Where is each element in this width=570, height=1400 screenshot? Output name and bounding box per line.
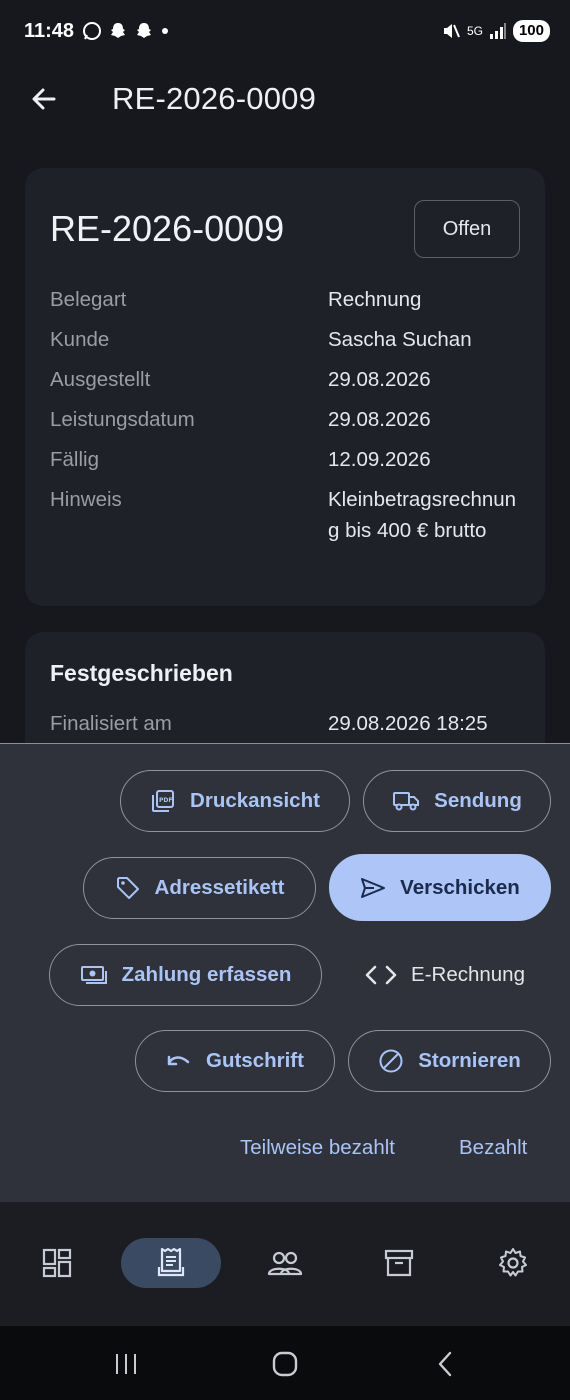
record-payment-button[interactable]: Zahlung erfassen [49,944,322,1006]
tag-icon [116,877,139,899]
undo-icon [167,1055,190,1066]
block-icon [379,1049,403,1073]
credit-note-label: Gutschrift [206,1049,304,1072]
detail-value: Sascha Suchan [328,328,472,351]
detail-value: Kleinbetragsrechnung bis 400 € brutto [328,488,517,542]
cancel-invoice-button[interactable]: Stornieren [348,1030,551,1092]
detail-row: Kunde Sascha Suchan [50,324,530,355]
address-label-button[interactable]: Adressetikett [83,857,316,919]
dashboard-icon [42,1248,72,1278]
detail-row: Finalisiert am 29.08.2026 18:25 [50,712,530,736]
nav-settings[interactable] [463,1238,563,1288]
home-button[interactable] [265,1344,305,1384]
nav-invoices[interactable] [121,1238,221,1288]
shipment-button[interactable]: Sendung [363,770,551,832]
cancel-invoice-label: Stornieren [418,1049,521,1072]
shipment-label: Sendung [434,789,522,812]
settings-icon [499,1248,527,1277]
archive-icon [384,1249,414,1277]
nav-dashboard[interactable] [7,1238,107,1288]
status-chip[interactable]: Offen [414,200,520,258]
detail-label: Fällig [50,448,99,471]
send-label: Verschicken [400,875,520,899]
recent-apps-button[interactable] [106,1344,146,1384]
nav-archive[interactable] [349,1238,449,1288]
detail-value: 29.08.2026 18:25 [328,712,488,735]
dot-icon [162,28,169,34]
snapchat-icon [111,23,126,38]
action-sheet: PDF Druckansicht Sendung Adressetikett V… [0,743,570,1202]
details-list: Belegart Rechnung Kunde Sascha Suchan Au… [50,284,530,555]
document-number: RE-2026-0009 [50,208,285,249]
detail-label: Kunde [50,328,110,351]
status-time: 11:48 [24,19,75,42]
detail-row: Ausgestellt 29.08.2026 [50,364,530,395]
pdf-icon: PDF [152,790,175,812]
detail-label: Hinweis [50,488,122,511]
partially-paid-button[interactable]: Teilweise bezahlt [240,1136,395,1160]
code-icon [365,965,397,985]
chevron-left-icon [438,1351,452,1377]
svg-text:PDF: PDF [159,797,172,804]
snapchat-icon [137,23,152,38]
mute-icon [443,24,460,38]
finalized-title: Festgeschrieben [50,660,233,686]
document-details-card: RE-2026-0009 Offen Belegart Rechnung Kun… [25,168,545,606]
notification-icons [82,21,170,41]
e-invoice-button[interactable]: E-Rechnung [345,944,545,1006]
battery-level: 100 [512,20,550,42]
network-type: 5G [466,24,483,38]
address-label-label: Adressetikett [154,876,285,899]
detail-label: Belegart [50,288,127,311]
detail-label: Ausgestellt [50,368,151,391]
detail-value: Rechnung [328,288,422,311]
paid-button[interactable]: Bezahlt [459,1136,527,1160]
home-icon [272,1351,298,1377]
record-payment-label: Zahlung erfassen [121,963,292,986]
whatsapp-icon [83,22,102,40]
send-button[interactable]: Verschicken [329,854,551,921]
back-button[interactable] [22,77,66,121]
page-title: RE-2026-0009 [112,81,317,116]
truck-icon [393,792,420,811]
app-bar: RE-2026-0009 [0,62,570,136]
send-icon [361,877,386,898]
detail-value: 29.08.2026 [328,408,431,431]
system-navigation [0,1326,570,1400]
detail-row: Fällig 12.09.2026 [50,444,530,475]
signal-icon [489,23,506,39]
e-invoice-label: E-Rechnung [411,963,525,986]
status-bar: 11:48 5G 100 [0,0,570,62]
detail-label: Finalisiert am [50,712,172,735]
detail-label: Leistungsdatum [50,408,195,431]
bottom-navigation [0,1202,570,1326]
detail-row: Belegart Rechnung [50,284,530,315]
detail-row: Leistungsdatum 29.08.2026 [50,404,530,435]
receipt-icon [157,1247,185,1277]
print-preview-button[interactable]: PDF Druckansicht [120,770,350,832]
print-preview-label: Druckansicht [190,789,320,812]
nav-customers[interactable] [235,1238,335,1288]
people-icon [267,1251,303,1276]
detail-value: 29.08.2026 [328,368,431,391]
payments-icon [80,966,107,984]
detail-value: 12.09.2026 [328,448,431,471]
detail-row: Hinweis Kleinbetragsrechnung bis 400 € b… [50,484,530,546]
recent-apps-icon [116,1354,136,1374]
credit-note-button[interactable]: Gutschrift [135,1030,335,1092]
arrow-back-icon [32,88,56,110]
system-back-button[interactable] [425,1344,465,1384]
